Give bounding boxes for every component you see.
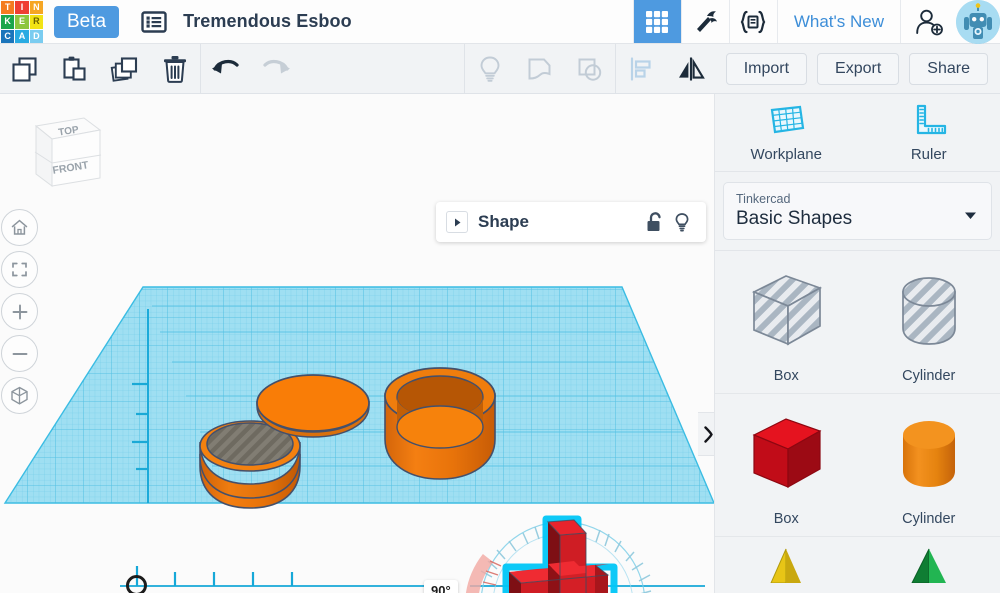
logo-tile: A bbox=[15, 29, 29, 43]
shape-cylinder-solid[interactable]: Cylinder bbox=[858, 394, 1000, 536]
beta-badge-button[interactable]: Beta bbox=[54, 6, 120, 38]
redo-button[interactable] bbox=[251, 44, 301, 94]
copy-button[interactable] bbox=[0, 44, 50, 94]
share-button[interactable]: Share bbox=[909, 52, 988, 85]
shape-label: Cylinder bbox=[902, 511, 956, 527]
ortho-perspective-button[interactable] bbox=[1, 377, 38, 414]
mirror-button[interactable] bbox=[666, 44, 716, 94]
clipboard-tool-group bbox=[0, 44, 200, 93]
top-right-group: What's New bbox=[632, 0, 1000, 44]
workplane-grid-icon bbox=[766, 102, 806, 143]
workplane-tool[interactable]: Workplane bbox=[715, 94, 858, 171]
shape-properties-panel[interactable]: Shape bbox=[436, 202, 706, 242]
tinkercad-logo[interactable]: T I N K E R C A D bbox=[0, 0, 44, 44]
logo-tile: C bbox=[1, 29, 15, 43]
lightbulb-icon[interactable] bbox=[668, 212, 696, 233]
logo-tile: E bbox=[15, 15, 29, 29]
shape-box-hole[interactable]: Box bbox=[715, 251, 858, 393]
import-button[interactable]: Import bbox=[725, 52, 808, 85]
caret-down-icon bbox=[964, 207, 977, 225]
tinkercad-editor: T I N K E R C A D Beta Tremendous Esboo bbox=[0, 0, 1000, 593]
shape-label: Box bbox=[773, 511, 799, 527]
ruler-origin-handle[interactable] bbox=[126, 575, 147, 593]
shape-pyramid-yellow[interactable] bbox=[715, 537, 858, 583]
library-provider-label: Tinkercad bbox=[736, 191, 791, 206]
shape-label: Box bbox=[773, 368, 799, 384]
history-tool-group bbox=[201, 44, 301, 93]
ruler-tool[interactable]: Ruler bbox=[858, 94, 1000, 171]
cylinder-solid-thumbnail bbox=[881, 394, 977, 511]
list-menu-icon[interactable] bbox=[139, 0, 169, 43]
box-hole-thumbnail bbox=[738, 251, 834, 368]
home-view-button[interactable] bbox=[1, 209, 38, 246]
open-padlock-icon[interactable] bbox=[640, 211, 668, 233]
shape-library-grid: Box Cylinder Box Cylinder bbox=[715, 250, 1000, 583]
cylinder-with-hole-top bbox=[199, 420, 301, 509]
align-button[interactable] bbox=[616, 44, 666, 94]
fit-view-button[interactable] bbox=[1, 251, 38, 288]
design-canvas[interactable]: TOP FRONT Shape 90° bbox=[0, 94, 714, 593]
ruler-corner-icon bbox=[909, 102, 949, 143]
whats-new-link[interactable]: What's New bbox=[776, 0, 900, 43]
workplane-tool-label: Workplane bbox=[750, 146, 822, 163]
logo-tile: N bbox=[29, 1, 43, 15]
toolbar-actions: Import Export Share bbox=[716, 52, 1000, 85]
flat-disc-lid bbox=[256, 374, 370, 438]
paste-button[interactable] bbox=[50, 44, 100, 94]
rotation-angle-tooltip: 90° bbox=[424, 580, 458, 593]
shape-tool-group bbox=[465, 44, 615, 93]
logo-tile: I bbox=[15, 1, 29, 15]
shape-cylinder-hole[interactable]: Cylinder bbox=[858, 251, 1000, 393]
shapes-sidebar: Workplane Ruler Tinkercad Basic Shapes B… bbox=[714, 94, 1000, 593]
shape-panel-title: Shape bbox=[478, 212, 530, 231]
export-button[interactable]: Export bbox=[817, 52, 900, 85]
view-orientation-cube[interactable]: TOP FRONT bbox=[22, 108, 104, 200]
ungroup-button[interactable] bbox=[565, 44, 615, 94]
pyramid-yellow-thumbnail bbox=[738, 543, 834, 583]
panel-collapse-chevron[interactable] bbox=[698, 412, 714, 456]
duplicate-button[interactable] bbox=[100, 44, 150, 94]
light-toggle-button[interactable] bbox=[465, 44, 515, 94]
sidebar-tool-row: Workplane Ruler bbox=[715, 94, 1000, 172]
logo-tile: T bbox=[1, 1, 15, 15]
robot-avatar[interactable] bbox=[956, 0, 1000, 44]
document-title[interactable]: Tremendous Esboo bbox=[183, 0, 352, 43]
align-tool-group bbox=[616, 44, 716, 93]
shape-label: Cylinder bbox=[902, 368, 956, 384]
top-bar: T I N K E R C A D Beta Tremendous Esboo bbox=[0, 0, 1000, 44]
tab-minecraft[interactable] bbox=[680, 0, 729, 43]
view-navigation-controls bbox=[0, 204, 38, 419]
shape-box-solid[interactable]: Box bbox=[715, 394, 858, 536]
main-toolbar: Import Export Share bbox=[0, 43, 1000, 94]
shape-library-dropdown[interactable]: Tinkercad Basic Shapes bbox=[723, 182, 992, 240]
tab-designs[interactable] bbox=[632, 0, 681, 43]
logo-tile: R bbox=[29, 15, 43, 29]
add-person-icon[interactable] bbox=[900, 0, 956, 43]
library-selected-value: Basic Shapes bbox=[736, 207, 853, 229]
workplane-3d-scene[interactable] bbox=[0, 94, 714, 593]
logo-tile: K bbox=[1, 15, 15, 29]
logo-tile: D bbox=[29, 29, 43, 43]
tab-codeblocks[interactable] bbox=[728, 0, 777, 43]
delete-button[interactable] bbox=[150, 44, 200, 94]
cylinder-hole-thumbnail bbox=[881, 251, 977, 368]
shape-cone-green[interactable] bbox=[858, 537, 1000, 583]
zoom-in-button[interactable] bbox=[1, 293, 38, 330]
zoom-out-button[interactable] bbox=[1, 335, 38, 372]
ruler-tool-label: Ruler bbox=[910, 146, 947, 163]
triangle-right-icon[interactable] bbox=[446, 211, 468, 233]
group-button[interactable] bbox=[515, 44, 565, 94]
cone-green-thumbnail bbox=[881, 543, 977, 583]
open-ring-container bbox=[384, 367, 496, 480]
undo-button[interactable] bbox=[201, 44, 251, 94]
box-solid-thumbnail bbox=[738, 394, 834, 511]
